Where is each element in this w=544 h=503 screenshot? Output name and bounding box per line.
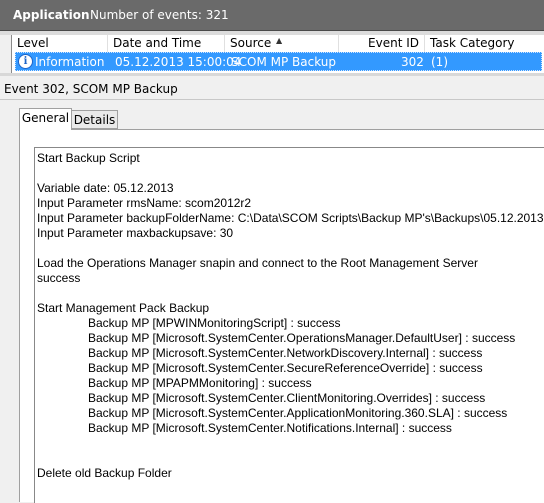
- event-title: Event 302, SCOM MP Backup: [4, 82, 178, 96]
- description-line: Backup MP [Microsoft.SystemCenter.Networ…: [88, 346, 483, 360]
- description-line: Start Management Pack Backup: [37, 301, 210, 315]
- column-date-time[interactable]: Date and Time: [108, 35, 225, 52]
- grid-scroll-edge: [0, 73, 544, 76]
- column-task-category[interactable]: Task Category: [425, 35, 544, 52]
- description-line: Delete old Backup Folder: [37, 466, 172, 480]
- event-count: Number of events: 321: [90, 8, 229, 22]
- description-line: Variable date: 05.12.2013: [37, 181, 174, 195]
- description-line: Backup MP [MPAPMMonitoring] : success: [88, 376, 312, 390]
- description-line: Backup MP [Microsoft.SystemCenter.Secure…: [88, 361, 483, 375]
- description-line: Start Backup Script: [37, 151, 140, 165]
- description-line: Backup MP [Microsoft.SystemCenter.Operat…: [88, 331, 516, 345]
- event-description[interactable]: Start Backup Script Variable date: 05.12…: [34, 147, 544, 503]
- tab-details[interactable]: Details: [72, 110, 118, 129]
- cell-source: SCOM MP Backup: [231, 55, 336, 69]
- info-icon: i: [18, 54, 33, 69]
- table-row[interactable]: i Information 05.12.2013 15:00:04 SCOM M…: [15, 52, 542, 71]
- cell-level: Information: [35, 55, 105, 69]
- column-event-id[interactable]: Event ID: [339, 35, 425, 52]
- cell-task-category: (1): [431, 55, 448, 69]
- description-line: success: [37, 271, 81, 285]
- grid-header: Level Date and Time Source ▲ Event ID Ta…: [12, 35, 544, 52]
- cell-event-id: 302: [401, 55, 424, 69]
- description-line: Input Parameter backupFolderName: C:\Dat…: [37, 211, 544, 225]
- description-line: Backup MP [Microsoft.SystemCenter.Notifi…: [88, 421, 452, 435]
- sort-ascending-icon: ▲: [276, 36, 283, 45]
- divider: [0, 99, 544, 100]
- description-line: Input Parameter rmsName: scom2012r2: [37, 196, 252, 210]
- description-line: Load the Operations Manager snapin and c…: [37, 256, 478, 270]
- log-name: Application: [13, 8, 90, 22]
- general-tab-panel: Start Backup Script Variable date: 05.12…: [19, 129, 544, 503]
- description-line: Backup MP [MPWINMonitoringScript] : succ…: [88, 316, 341, 330]
- events-grid[interactable]: Level Date and Time Source ▲ Event ID Ta…: [11, 35, 544, 73]
- cell-date-time: 05.12.2013 15:00:04: [115, 55, 242, 69]
- column-level[interactable]: Level: [12, 35, 108, 52]
- description-line: Backup MP [Microsoft.SystemCenter.Applic…: [88, 406, 508, 420]
- event-log-header: Application Number of events: 321: [0, 0, 544, 31]
- description-line: Input Parameter maxbackupsave: 30: [37, 226, 234, 240]
- description-line: Backup MP [Microsoft.SystemCenter.Client…: [88, 391, 486, 405]
- tab-general[interactable]: General: [19, 108, 72, 130]
